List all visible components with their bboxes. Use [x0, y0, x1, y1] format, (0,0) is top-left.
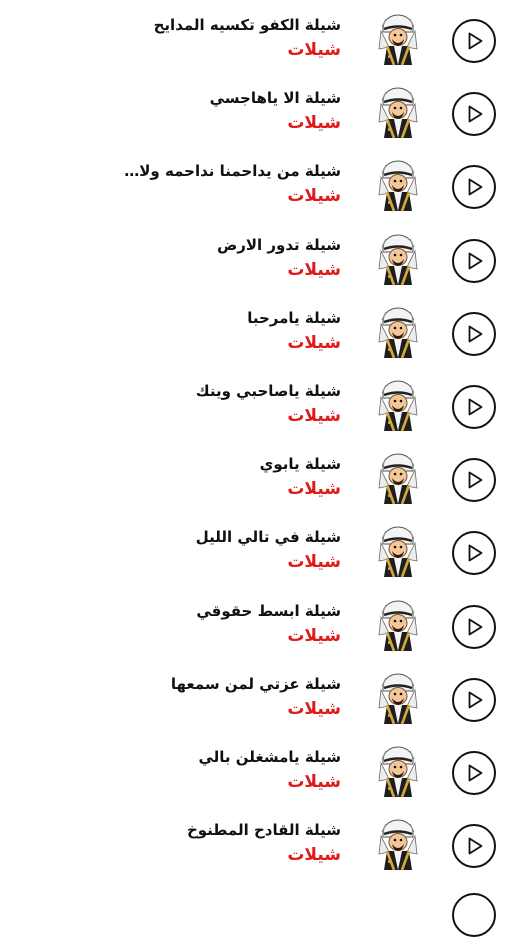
avatar	[376, 745, 420, 799]
avatar	[376, 233, 420, 287]
track-title: شيلة عزتي لمن سمعها	[170, 674, 341, 693]
track-text[interactable]: شيلة ياصاحبي وينك شيلات	[11, 381, 341, 429]
play-button[interactable]	[452, 750, 496, 795]
track-row[interactable]: شيلة الكفو تكسيه المدايح شيلات	[0, 5, 507, 78]
track-row[interactable]: شيلة القادح المطنوخ شيلات	[0, 810, 507, 883]
track-title: شيلة الكفو تكسيه المدايح	[153, 16, 341, 34]
track-category: شيلات	[287, 552, 341, 573]
track-category: شيلات	[287, 479, 341, 500]
track-category: شيلات	[287, 625, 341, 646]
track-row[interactable]: شيلة تدور الارض شيلات	[0, 225, 507, 298]
play-button[interactable]	[452, 384, 496, 429]
play-button[interactable]	[452, 238, 496, 283]
track-category: شيلات	[287, 40, 341, 60]
track-title: شيلة القادح المطنوخ	[186, 821, 341, 840]
track-text[interactable]: شيلة القادح المطنوخ شيلات	[11, 820, 341, 868]
track-title: شيلة يابوي	[259, 455, 341, 474]
track-text[interactable]: شيلة يامرحبا شيلات	[11, 308, 341, 356]
avatar	[376, 818, 420, 872]
avatar	[376, 672, 420, 726]
avatar	[376, 599, 420, 653]
track-category: شيلات	[287, 332, 341, 353]
track-title: شيلة يامرحبا	[247, 308, 341, 327]
avatar	[376, 306, 420, 360]
avatar	[376, 379, 420, 433]
track-title: شيلة الا ياهاجسي	[209, 89, 341, 108]
track-category: شيلات	[287, 405, 341, 426]
track-category: شيلات	[287, 113, 341, 134]
track-title: شيلة ياصاحبي وينك	[195, 381, 341, 400]
track-row[interactable]: شيلة عزتي لمن سمعها شيلات	[0, 664, 507, 737]
play-button[interactable]	[452, 311, 496, 356]
track-text[interactable]: شيلة في تالي الليل شيلات	[11, 527, 341, 575]
track-category: شيلات	[287, 186, 341, 207]
track-title: شيلة ابسط حقوقي	[196, 601, 341, 620]
track-title: شيلة يامشغلن بالي	[198, 747, 341, 766]
avatar	[376, 452, 420, 506]
track-text[interactable]: شيلة الا ياهاجسي شيلات	[11, 88, 341, 136]
play-button[interactable]	[452, 458, 496, 503]
play-button[interactable]	[452, 604, 496, 649]
track-title: شيلة من يداحمنا نداحمه ولا…	[124, 162, 341, 181]
track-row[interactable]: شيلة يابوي شيلات	[0, 444, 507, 517]
track-category: شيلات	[287, 845, 341, 866]
track-text[interactable]: شيلة يامشغلن بالي شيلات	[11, 747, 341, 795]
track-text[interactable]: شيلة ابسط حقوقي شيلات	[11, 601, 341, 649]
track-row[interactable]: شيلة يامرحبا شيلات	[0, 298, 507, 371]
track-text[interactable]: شيلة من يداحمنا نداحمه ولا… شيلات	[11, 161, 341, 209]
track-row[interactable]: شيلة يامشغلن بالي شيلات	[0, 737, 507, 810]
track-row[interactable]: شيلة من يداحمنا نداحمه ولا… شيلات	[0, 151, 507, 224]
avatar	[376, 86, 420, 140]
play-button[interactable]	[452, 19, 496, 63]
track-title: شيلة في تالي الليل	[195, 528, 341, 547]
play-button[interactable]	[452, 92, 496, 137]
avatar	[376, 159, 420, 213]
avatar	[376, 13, 420, 67]
play-button[interactable]	[452, 165, 496, 210]
track-text[interactable]: شيلة الكفو تكسيه المدايح شيلات	[11, 15, 341, 63]
track-category: شيلات	[287, 259, 341, 280]
track-text[interactable]: شيلة تدور الارض شيلات	[11, 235, 341, 283]
track-row[interactable]: شيلة ابسط حقوقي شيلات	[0, 591, 507, 664]
play-button[interactable]	[452, 677, 496, 722]
track-text[interactable]: شيلة عزتي لمن سمعها شيلات	[11, 674, 341, 722]
track-row[interactable]: شيلة ياصاحبي وينك شيلات	[0, 371, 507, 444]
track-title: شيلة تدور الارض	[217, 235, 341, 254]
avatar	[376, 525, 420, 579]
track-row[interactable]: شيلة في تالي الليل شيلات	[0, 517, 507, 590]
track-text[interactable]: شيلة يابوي شيلات	[11, 454, 341, 502]
track-category: شيلات	[287, 698, 341, 719]
track-list: شيلة الكفو تكسيه المدايح شيلات شيلة الا …	[0, 0, 507, 883]
play-button[interactable]	[452, 824, 496, 869]
play-button[interactable]	[452, 531, 496, 576]
track-category: شيلات	[287, 771, 341, 792]
track-row[interactable]: شيلة الا ياهاجسي شيلات	[0, 78, 507, 151]
